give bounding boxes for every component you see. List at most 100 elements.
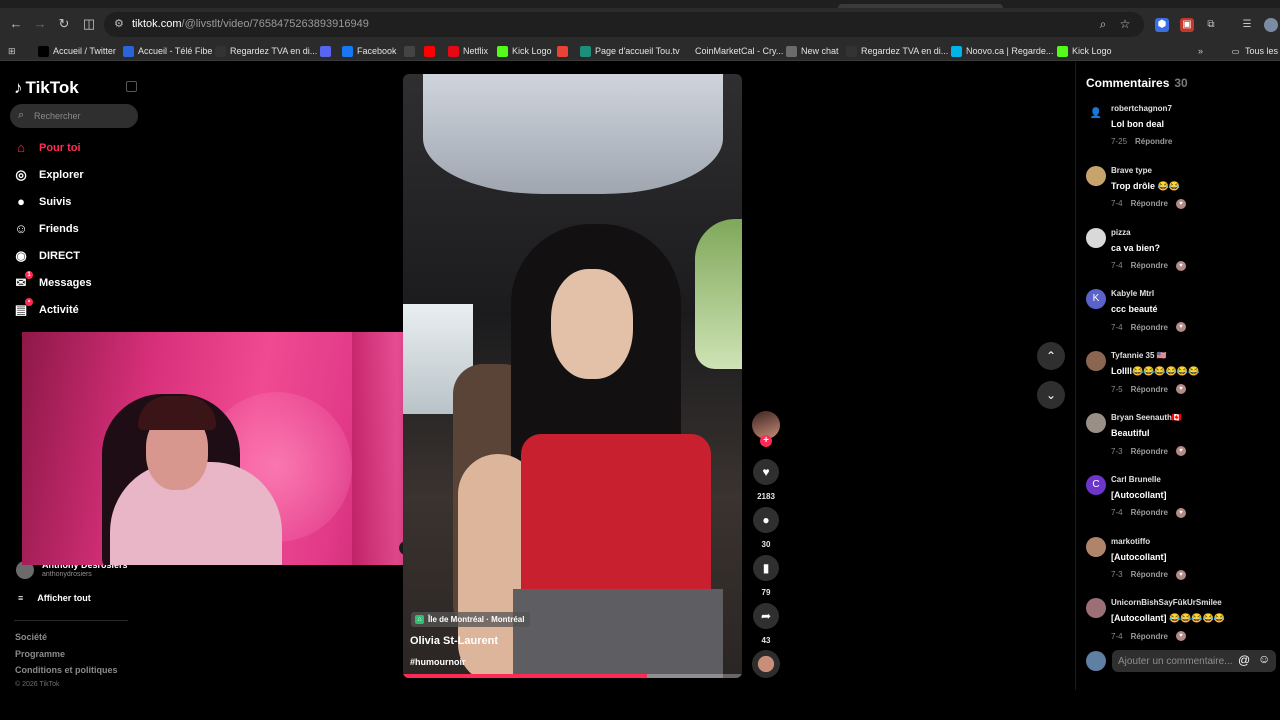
footer-link-societe[interactable]: Société xyxy=(15,632,47,642)
bookmark-item[interactable]: Facebook xyxy=(342,44,397,58)
reply-button[interactable]: Répondre xyxy=(1131,199,1168,208)
notification-badge: • xyxy=(25,298,33,306)
sidebar-item-label: Friends xyxy=(39,223,79,235)
extension-icon[interactable]: ▣ xyxy=(1180,18,1194,32)
reply-button[interactable]: Répondre xyxy=(1131,323,1168,332)
address-bar[interactable]: ⚙ tiktok.com/@livstlt/video/765847526389… xyxy=(104,12,1144,37)
divider xyxy=(14,620,128,621)
extensions-puzzle-icon[interactable]: ⧉ xyxy=(1204,18,1218,32)
sidebar-item-suivis[interactable]: ● Suivis xyxy=(12,192,71,212)
avatar[interactable]: C xyxy=(1086,474,1106,495)
bookmark-label: Facebook xyxy=(357,46,397,56)
bookmark-item[interactable] xyxy=(320,44,331,58)
show-all-button[interactable]: ≡ Afficher tout xyxy=(18,593,91,603)
bookmark-item[interactable]: Regardez TVA en di... xyxy=(846,44,948,58)
follow-plus-icon[interactable]: + xyxy=(760,435,772,447)
comment-username[interactable]: Tyfannie 35 🇺🇸 xyxy=(1111,351,1167,360)
compass-icon: ◎ xyxy=(15,167,27,182)
comment-bubble-icon[interactable]: ● xyxy=(753,507,779,533)
collapse-sidebar-icon[interactable] xyxy=(126,81,137,92)
comment-username[interactable]: markotiffo xyxy=(1111,537,1150,546)
sidebar-item-activit-[interactable]: ▤ • Activité xyxy=(12,298,79,320)
comment-username[interactable]: UnicornBishSayFûkUrSmilee xyxy=(1111,598,1222,607)
comment-input[interactable] xyxy=(1118,654,1236,668)
comment-username[interactable]: Carl Brunelle xyxy=(1111,475,1161,484)
footer-link-programme[interactable]: Programme xyxy=(15,649,65,659)
footer-link-conditions[interactable]: Conditions et politiques xyxy=(15,665,118,675)
sidebar-toggle-icon[interactable]: ◫ xyxy=(80,15,98,33)
extension-icon[interactable]: ⬢ xyxy=(1155,18,1169,32)
previous-video-chevron-up-icon[interactable]: ⌃ xyxy=(1037,342,1065,370)
search-input[interactable] xyxy=(34,108,134,124)
reply-button[interactable]: Répondre xyxy=(1131,508,1168,517)
forward-icon[interactable]: → xyxy=(31,15,49,33)
bookmark-item[interactable]: CoinMarketCal - Cry... xyxy=(680,44,783,58)
avatar[interactable]: 👤 xyxy=(1086,104,1106,124)
reply-button[interactable]: Répondre xyxy=(1131,570,1168,579)
bookmark-item[interactable]: New chat xyxy=(786,44,839,58)
video-hashtag[interactable]: #humournoir xyxy=(410,657,466,667)
bookmark-item[interactable]: Accueil - Télé Fibe xyxy=(123,44,212,58)
comment-input-box[interactable]: @ ☺ xyxy=(1112,650,1276,672)
bookmark-item[interactable] xyxy=(424,44,435,58)
tiktok-logo[interactable]: ♪ TikTok xyxy=(14,78,79,98)
tab-search-icon[interactable]: ☰ xyxy=(1240,18,1254,32)
avatar[interactable] xyxy=(1086,351,1106,372)
site-info-icon[interactable]: ⚙ xyxy=(114,18,127,31)
more-bookmarks-icon[interactable]: » xyxy=(1198,44,1203,58)
comment-username[interactable]: robertchagnon7 xyxy=(1111,104,1172,113)
bookmark-item[interactable]: Kick Logo xyxy=(497,44,552,58)
avatar[interactable] xyxy=(1086,536,1106,557)
comment-meta: 7-4 Répondre ♥ xyxy=(1111,507,1186,518)
avatar[interactable] xyxy=(1086,227,1106,248)
sidebar-item-explorer[interactable]: ◎ Explorer xyxy=(12,165,83,185)
apps-grid-icon[interactable]: ⊞ xyxy=(8,44,16,58)
bookmark-label: CoinMarketCal - Cry... xyxy=(695,46,784,56)
bookmark-item[interactable]: Netflix xyxy=(448,44,488,58)
bookmark-item[interactable]: Noovo.ca | Regarde... xyxy=(951,44,1053,58)
music-disc-icon[interactable] xyxy=(752,650,780,678)
reply-button[interactable]: Répondre xyxy=(1131,261,1168,270)
video-author[interactable]: Olivia St-Laurent xyxy=(410,635,498,647)
bookmark-item[interactable]: Kick Logo xyxy=(1057,44,1112,58)
url-text[interactable]: tiktok.com/@livstlt/video/76584752638939… xyxy=(132,18,369,30)
reply-button[interactable]: Répondre xyxy=(1131,385,1168,394)
reply-button[interactable]: Répondre xyxy=(1131,632,1168,641)
next-video-chevron-down-icon[interactable]: ⌄ xyxy=(1037,381,1065,409)
avatar[interactable]: K xyxy=(1086,289,1106,310)
reply-button[interactable]: Répondre xyxy=(1135,137,1172,146)
reply-button[interactable]: Répondre xyxy=(1131,447,1168,456)
creator-liked-icon: ♥ xyxy=(1175,446,1186,456)
sidebar-item-friends[interactable]: ☺ Friends xyxy=(12,219,79,239)
share-arrow-icon[interactable]: ➦ xyxy=(753,603,779,629)
mention-at-icon[interactable]: @ xyxy=(1238,653,1250,667)
all-bookmarks-folder[interactable]: ▭ Tous les xyxy=(1230,44,1278,58)
profile-avatar[interactable] xyxy=(1264,18,1278,32)
video-player[interactable]: ⌂ Île de Montréal · Montréal Olivia St-L… xyxy=(403,74,742,678)
sidebar-item-pour-toi[interactable]: ⌂ Pour toi xyxy=(12,138,81,158)
bookmark-item[interactable]: Accueil / Twitter xyxy=(38,44,116,58)
bookmark-item[interactable] xyxy=(404,44,415,58)
bookmark-item[interactable] xyxy=(557,44,568,58)
comment-username[interactable]: Bryan Seenauth🇨🇦 xyxy=(1111,413,1182,422)
sidebar-item-direct[interactable]: ◉ DIRECT xyxy=(12,246,80,266)
car-sunroof xyxy=(423,74,723,194)
avatar[interactable] xyxy=(1086,413,1106,433)
bookmark-item[interactable]: Regardez TVA en di... xyxy=(215,44,317,58)
comment-username[interactable]: Kabyle Mtrl xyxy=(1111,289,1154,298)
bookmark-star-icon[interactable]: ☆ xyxy=(1118,17,1132,31)
reload-icon[interactable]: ↻ xyxy=(55,15,73,33)
bookmark-icon[interactable]: ▮ xyxy=(753,555,779,581)
bookmark-item[interactable]: Page d'accueil Tou.tv xyxy=(580,44,680,58)
emoji-icon[interactable]: ☺ xyxy=(1258,652,1270,666)
search-bar[interactable]: ⌕ xyxy=(10,104,138,128)
back-icon[interactable]: ← xyxy=(7,15,25,33)
sidebar-item-messages[interactable]: ✉ 1 Messages xyxy=(12,271,92,293)
avatar[interactable] xyxy=(1086,165,1106,186)
zoom-icon[interactable]: ⌕ xyxy=(1096,17,1110,31)
comment-username[interactable]: Brave type xyxy=(1111,166,1152,175)
location-tag[interactable]: ⌂ Île de Montréal · Montréal xyxy=(411,612,531,627)
like-heart-icon[interactable]: ♥ xyxy=(753,459,779,485)
avatar[interactable] xyxy=(1086,598,1106,619)
comment-username[interactable]: pizza xyxy=(1111,228,1131,237)
